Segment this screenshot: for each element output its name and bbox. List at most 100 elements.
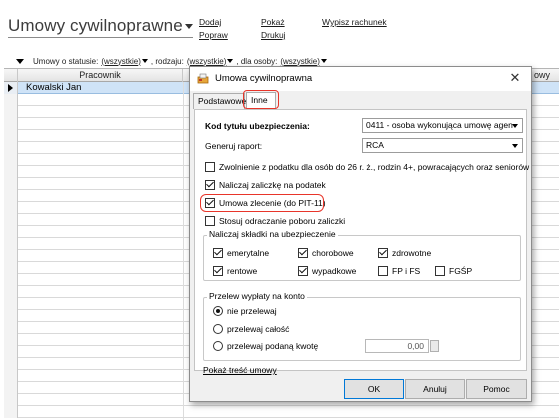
checkbox-box — [378, 266, 388, 276]
type-filter-value: (wszystkie) — [186, 56, 227, 66]
ok-button[interactable]: OK — [344, 379, 404, 399]
row-marker — [4, 382, 18, 394]
odraczanie-checkbox[interactable]: Stosuj odraczanie poboru zaliczki — [205, 216, 345, 226]
chorobowe-label: chorobowe — [312, 248, 354, 258]
type-filter-dropdown[interactable]: (wszystkie) — [187, 57, 234, 66]
radio-przelewaj-calosc[interactable]: przelewaj całość — [213, 324, 289, 334]
row-marker — [4, 202, 18, 214]
checkbox-box — [205, 162, 215, 172]
person-filter-dropdown[interactable]: (wszystkie) — [280, 57, 327, 66]
row-marker — [4, 154, 18, 166]
kod-select[interactable]: 0411 - osoba wykonująca umowę agen — [362, 118, 523, 133]
skladka-fp-fs-checkbox[interactable]: FP i FS — [378, 266, 420, 276]
skladka-wypadkowe-checkbox[interactable]: wypadkowe — [298, 266, 356, 276]
row-marker — [4, 214, 18, 226]
amount-spinner[interactable] — [430, 340, 439, 352]
przelewaj-kwote-label: przelewaj podaną kwotę — [227, 341, 319, 351]
chevron-down-icon — [227, 59, 234, 64]
row-marker — [4, 130, 18, 142]
radio-dot — [213, 341, 223, 351]
status-filter-dropdown[interactable]: (wszystkie) — [101, 57, 148, 66]
przelewaj-calosc-label: przelewaj całość — [227, 324, 290, 334]
header-marker-cell — [4, 69, 18, 82]
amount-input[interactable]: 0,00 — [365, 339, 429, 353]
page-title-text: Umowy cywilnoprawne — [8, 16, 183, 35]
show-contract-text-link[interactable]: Pokaż treść umowy — [203, 365, 277, 375]
row-marker — [4, 178, 18, 190]
chevron-down-icon — [320, 59, 327, 64]
row-marker — [4, 346, 18, 358]
column-header-right[interactable]: owy — [534, 69, 559, 82]
collapse-triangle-icon[interactable] — [16, 58, 24, 64]
dialog-tabs: Podstawowe Inne — [190, 90, 531, 109]
row-marker — [4, 238, 18, 250]
empty-grid-row[interactable] — [4, 406, 559, 418]
skladka-zdrowotne-checkbox[interactable]: zdrowotne — [378, 248, 431, 258]
page-title[interactable]: Umowy cywilnoprawne — [8, 16, 193, 38]
row-marker — [4, 394, 18, 406]
chevron-down-icon — [512, 144, 518, 148]
tab-podstawowe[interactable]: Podstawowe — [193, 93, 246, 109]
raport-select[interactable]: RCA — [362, 138, 523, 153]
row-marker — [4, 310, 18, 322]
rentowe-label: rentowe — [227, 266, 258, 276]
raport-value: RCA — [366, 140, 384, 150]
row-marker — [4, 262, 18, 274]
dialog-title: Umowa cywilnoprawna — [215, 73, 313, 84]
tab-highlight — [243, 90, 279, 109]
raport-label: Generuj raport: — [205, 141, 263, 151]
status-filter-value: (wszystkie) — [101, 56, 141, 66]
print-link[interactable]: Drukuj — [261, 30, 286, 40]
row-marker — [4, 166, 18, 178]
zaliczka-label: Naliczaj zaliczkę na podatek — [219, 180, 326, 190]
chevron-down-icon — [512, 124, 518, 128]
contract-dialog: Umowa cywilnoprawna ✕ Podstawowe Inne Ko… — [189, 66, 532, 402]
type-filter-label: , rodzaju: — [150, 56, 184, 66]
row-marker — [4, 106, 18, 118]
person-filter-value: (wszystkie) — [280, 56, 320, 66]
contract-app-icon — [197, 73, 209, 84]
zwolnienie-checkbox[interactable]: Zwolnienie z podatku dla osób do 26 r. ż… — [205, 162, 529, 172]
row-marker — [4, 274, 18, 286]
edit-link[interactable]: Popraw — [199, 30, 228, 40]
skladka-fgsp-checkbox[interactable]: FGŚP — [435, 266, 472, 276]
row-marker — [4, 406, 18, 418]
show-link[interactable]: Pokaż — [261, 17, 285, 27]
tab-panel-inne: Kod tytułu ubezpieczenia: 0411 - osoba w… — [194, 109, 529, 375]
row-marker — [4, 298, 18, 310]
checkbox-box — [298, 266, 308, 276]
add-link[interactable]: Dodaj — [199, 17, 221, 27]
zaliczka-checkbox[interactable]: Naliczaj zaliczkę na podatek — [205, 180, 326, 190]
row-marker — [4, 250, 18, 262]
zdrowotne-label: zdrowotne — [392, 248, 432, 258]
radio-przelewaj-kwote[interactable]: przelewaj podaną kwotę — [213, 341, 318, 351]
row-marker — [4, 118, 18, 130]
title-dropdown-icon[interactable] — [184, 24, 193, 30]
status-filter-label: Umowy o statusie: — [33, 56, 99, 66]
radio-dot — [213, 324, 223, 334]
radio-nie-przelewaj[interactable]: nie przelewaj — [213, 306, 277, 316]
row-marker — [4, 94, 18, 106]
column-header-employee[interactable]: Pracownik — [18, 69, 183, 82]
row-marker — [4, 334, 18, 346]
skladki-group-title: Naliczaj składki na ubezpieczenie — [207, 229, 338, 239]
row-marker — [4, 358, 18, 370]
chevron-down-icon — [141, 59, 148, 64]
current-row-arrow-icon — [8, 84, 13, 92]
row-marker — [4, 190, 18, 202]
skladka-emerytalne-checkbox[interactable]: emerytalne — [213, 248, 269, 258]
checkbox-box — [213, 266, 223, 276]
issue-bill-link[interactable]: Wypisz rachunek — [322, 17, 387, 27]
close-icon[interactable]: ✕ — [507, 70, 523, 86]
skladka-rentowe-checkbox[interactable]: rentowe — [213, 266, 257, 276]
kod-label: Kod tytułu ubezpieczenia: — [205, 121, 310, 131]
skladka-chorobowe-checkbox[interactable]: chorobowe — [298, 248, 354, 258]
fgsp-label: FGŚP — [449, 266, 473, 276]
row-marker — [4, 286, 18, 298]
checkbox-box — [298, 248, 308, 258]
employee-name: Kowalski Jan — [26, 82, 82, 93]
help-button[interactable]: Pomoc — [466, 379, 527, 399]
cancel-button[interactable]: Anuluj — [405, 379, 465, 399]
row-marker — [4, 82, 18, 94]
radio-dot — [213, 306, 223, 316]
